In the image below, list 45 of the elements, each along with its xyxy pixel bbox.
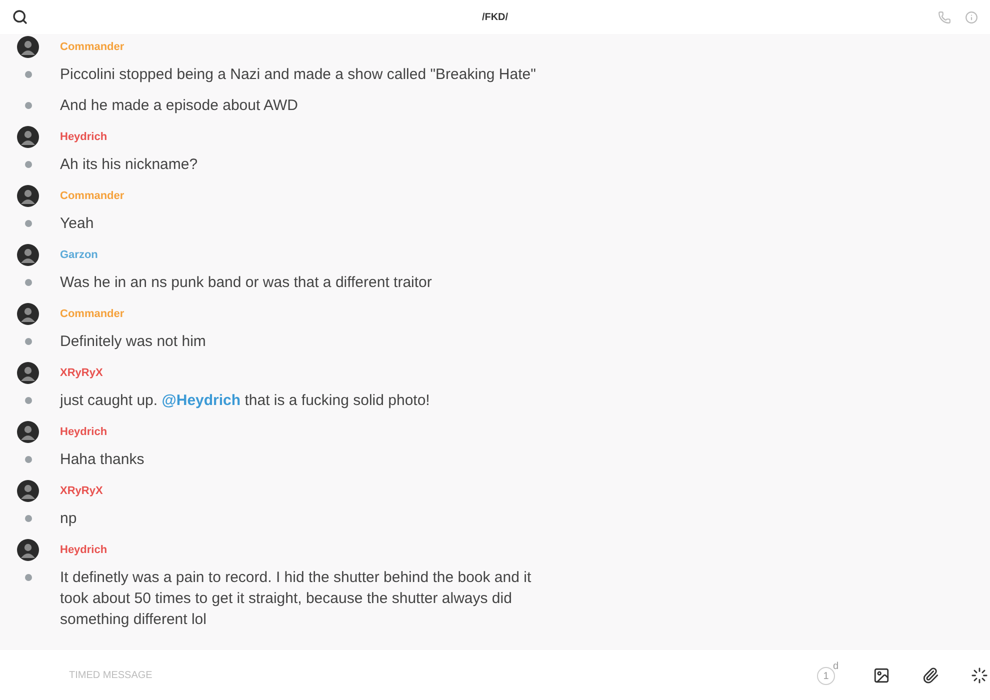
channel-title: /FKD/ xyxy=(482,12,508,22)
message-dot xyxy=(25,338,32,345)
search-icon[interactable] xyxy=(12,9,28,25)
author-name[interactable]: XRyRyX xyxy=(60,484,990,498)
message-dot xyxy=(25,161,32,168)
author-name[interactable]: Garzon xyxy=(60,248,990,262)
avatar-icon xyxy=(17,36,39,58)
message-text: Was he in an ns punk band or was that a different traitor xyxy=(60,273,433,293)
author-name[interactable]: Commander xyxy=(60,189,990,203)
message-dot xyxy=(25,71,32,78)
message-text: Piccolini stopped being a Nazi and made a show called "Breaking Hate" xyxy=(60,65,537,85)
avatar-icon xyxy=(17,244,39,266)
author-name[interactable]: Heydrich xyxy=(60,543,990,557)
message-input[interactable]: TIMED MESSAGE xyxy=(67,668,815,682)
avatar-icon xyxy=(17,126,39,148)
message-text: And he made a episode about AWD xyxy=(60,96,299,116)
loader-icon[interactable] xyxy=(971,666,988,684)
avatar-icon xyxy=(17,421,39,443)
message-dot xyxy=(25,220,32,227)
avatar-icon xyxy=(17,362,39,384)
message-dot xyxy=(25,574,32,581)
author-name[interactable]: Commander xyxy=(60,40,990,54)
mention-link[interactable]: @Heydrich xyxy=(162,392,241,409)
author-name[interactable]: Heydrich xyxy=(60,425,990,439)
message-text: Definitely was not him xyxy=(60,332,207,352)
message-dot xyxy=(25,456,32,463)
author-name[interactable]: Commander xyxy=(60,307,990,321)
message-text: Haha thanks xyxy=(60,450,146,470)
message-text: just caught up. @Heydrich that is a fucking solid photo! xyxy=(60,391,431,411)
avatar-icon xyxy=(17,303,39,325)
author-name[interactable]: Heydrich xyxy=(60,130,990,144)
message-text: It definetly was a pain to record. I hid the shutter behind the book and it took about 50 times to get it straight, because the shutter always did something different lol xyxy=(60,568,532,630)
message-text: Yeah xyxy=(60,214,95,234)
message-text: Ah its his nickname? xyxy=(60,155,199,175)
message-text: np xyxy=(60,509,78,529)
message-dot xyxy=(25,279,32,286)
message-dot xyxy=(25,102,32,109)
message-dot xyxy=(25,397,32,404)
avatar-icon xyxy=(17,480,39,502)
author-name[interactable]: XRyRyX xyxy=(60,366,990,380)
message-dot xyxy=(25,515,32,522)
avatar-icon xyxy=(17,539,39,561)
avatar-icon xyxy=(17,185,39,207)
image-icon[interactable] xyxy=(873,666,890,684)
paperclip-icon[interactable] xyxy=(922,666,939,684)
